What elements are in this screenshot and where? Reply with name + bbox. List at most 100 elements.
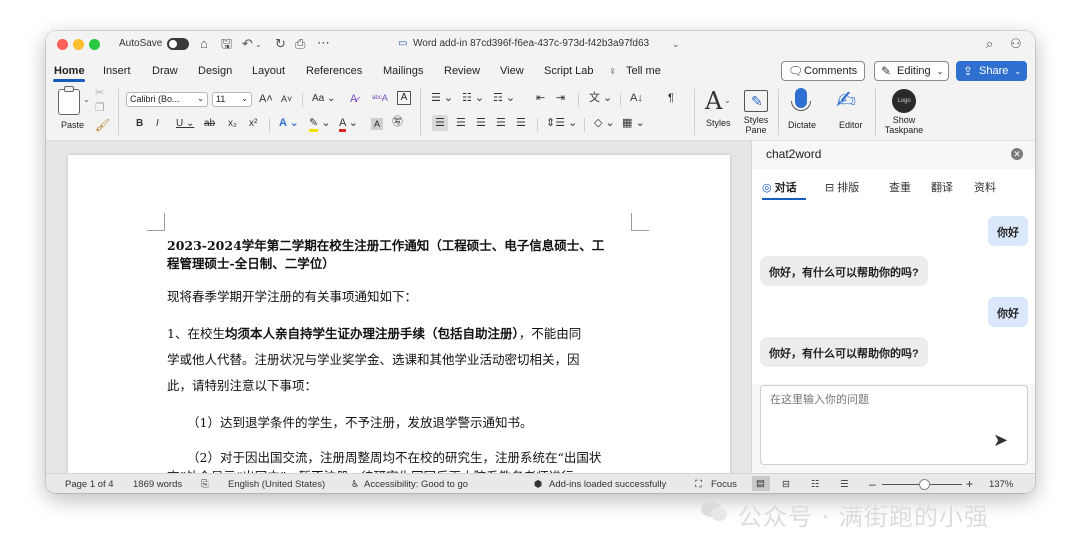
tab-duplicate-check[interactable]: 查重	[889, 179, 911, 195]
justify-icon[interactable]: ☰	[496, 117, 506, 129]
autosave-toggle[interactable]	[167, 38, 189, 50]
zoom-out-button[interactable]: –	[869, 477, 876, 491]
styles-pane-icon[interactable]: ✎	[744, 90, 768, 112]
comments-button[interactable]: 🗨 Comments	[781, 61, 865, 81]
document-page[interactable]: 2023-2024学年第二学期在校生注册工作通知（工程硕士、电子信息硕士、工 程…	[68, 155, 730, 485]
doc-item2[interactable]: （2）对于因出国交流，注册周整周均不在校的研究生，注册系统在“出国状	[187, 447, 601, 466]
chat-input-box[interactable]: ➤	[760, 385, 1028, 465]
chat-history[interactable]: 你好 你好，有什么可以帮助你的吗? 你好 你好，有什么可以帮助你的吗?	[752, 201, 1035, 384]
decrease-indent-icon[interactable]: ⇤	[536, 92, 545, 104]
increase-indent-icon[interactable]: ⇥	[556, 92, 565, 104]
styles-gallery-icon[interactable]: A	[705, 87, 722, 115]
more-icon[interactable]: ⋯	[317, 36, 330, 49]
editor-icon[interactable]: ✍	[836, 86, 856, 115]
character-shading-icon[interactable]: A	[371, 118, 383, 130]
tell-me-search[interactable]: Tell me	[626, 65, 661, 77]
copy-icon[interactable]: ❐	[95, 102, 105, 115]
clear-formatting-icon[interactable]: A̷	[350, 93, 357, 105]
redo-icon[interactable]: ↻	[275, 37, 286, 50]
home-icon[interactable]: ⌂	[200, 37, 208, 50]
print-layout-button[interactable]: ▤	[752, 476, 770, 491]
text-effects-icon[interactable]: A ⌄	[279, 117, 299, 129]
tab-layout[interactable]: ⊟ 排版	[825, 179, 859, 195]
send-icon[interactable]: ➤	[993, 430, 1008, 451]
page-count[interactable]: Page 1 of 4	[65, 479, 114, 490]
save-icon[interactable]: 🖫	[221, 37, 232, 50]
word-count[interactable]: 1869 words	[133, 479, 182, 490]
share-button[interactable]: ⇪ Share ⌄	[956, 61, 1027, 81]
minimize-window-button[interactable]	[73, 39, 84, 50]
title-dropdown-icon[interactable]: ⌄	[672, 38, 680, 51]
enclose-characters-icon[interactable]: ㊢	[392, 116, 403, 128]
doc-intro[interactable]: 现将春季学期开学注册的有关事项通知如下：	[167, 286, 417, 305]
doc-item1[interactable]: （1）达到退学条件的学生，不予注册，发放退学警示通知书。	[187, 412, 532, 431]
numbering-icon[interactable]: ☷ ⌄	[462, 92, 484, 104]
draft-view-icon[interactable]: ☰	[840, 479, 849, 490]
bullets-icon[interactable]: ☰ ⌄	[431, 92, 453, 104]
cut-icon[interactable]: ✂	[95, 87, 104, 100]
multilevel-list-icon[interactable]: ☶ ⌄	[493, 92, 515, 104]
italic-button[interactable]: I	[156, 118, 159, 130]
editing-button[interactable]: ✎ Editing ⌄	[874, 61, 949, 81]
tab-references[interactable]: References	[306, 65, 362, 77]
format-painter-icon[interactable]: 🖌	[95, 119, 110, 132]
show-formatting-icon[interactable]: ¶	[668, 92, 674, 104]
chat-input[interactable]	[770, 392, 1010, 408]
tab-mailings[interactable]: Mailings	[383, 65, 423, 77]
close-pane-button[interactable]: ✕	[1011, 148, 1023, 160]
zoom-level[interactable]: 137%	[989, 479, 1013, 490]
tab-translate[interactable]: 翻译	[931, 179, 953, 195]
maximize-window-button[interactable]	[89, 39, 100, 50]
highlight-icon[interactable]: ✎ ⌄	[309, 117, 331, 132]
subscript-button[interactable]: x₂	[228, 118, 237, 130]
doc-paragraph1-line1[interactable]: 1、在校生均须本人亲自持学生证办理注册手续（包括自助注册），不能由同	[167, 323, 581, 342]
align-center-icon[interactable]: ☰	[456, 117, 466, 129]
shrink-font-icon[interactable]: A˅	[281, 93, 292, 105]
tab-insert[interactable]: Insert	[103, 65, 131, 77]
grow-font-icon[interactable]: A˄	[259, 93, 273, 105]
undo-dropdown-icon[interactable]: ⌄	[255, 38, 262, 51]
paste-dropdown-icon[interactable]: ⌄	[83, 93, 90, 106]
tab-materials[interactable]: 资料	[974, 179, 996, 195]
focus-mode[interactable]: Focus	[711, 479, 737, 490]
tab-chat[interactable]: ◎ 对话	[762, 179, 797, 195]
zoom-slider-thumb[interactable]	[919, 479, 930, 490]
align-right-icon[interactable]: ☰	[476, 117, 486, 129]
search-icon[interactable]: ⌕	[986, 37, 993, 50]
superscript-button[interactable]: x²	[249, 118, 257, 130]
underline-button[interactable]: U ⌄	[176, 118, 194, 130]
language[interactable]: English (United States)	[228, 479, 325, 490]
distributed-icon[interactable]: ☰	[516, 117, 526, 129]
styles-dropdown-icon[interactable]: ⌄	[724, 94, 731, 107]
strikethrough-button[interactable]: ab	[204, 118, 215, 130]
tab-script-lab[interactable]: Script Lab	[544, 65, 594, 77]
doc-paragraph1-line3[interactable]: 此，请特别注意以下事项：	[167, 375, 317, 394]
tab-draw[interactable]: Draw	[152, 65, 178, 77]
bold-button[interactable]: B	[136, 118, 143, 130]
tab-home[interactable]: Home	[54, 65, 85, 77]
undo-icon[interactable]: ↶	[242, 37, 253, 50]
zoom-in-button[interactable]: +	[966, 477, 973, 491]
shading-icon[interactable]: ◇ ⌄	[594, 117, 615, 129]
doc-paragraph1-line2[interactable]: 学或他人代替。注册状况与学业奖学金、选课和其他学业活动密切相关，因	[167, 349, 580, 368]
tab-review[interactable]: Review	[444, 65, 480, 77]
asian-layout-icon[interactable]: 文 ⌄	[589, 92, 612, 104]
align-left-button[interactable]: ☰	[432, 115, 448, 131]
tab-design[interactable]: Design	[198, 65, 232, 77]
phonetic-guide-icon[interactable]: ᵃᵇᶜA	[372, 92, 388, 104]
line-spacing-icon[interactable]: ⇕☰ ⌄	[546, 117, 577, 129]
font-color-icon[interactable]: A ⌄	[339, 117, 358, 132]
borders-icon[interactable]: ▦ ⌄	[622, 117, 645, 129]
tab-layout[interactable]: Layout	[252, 65, 285, 77]
print-icon[interactable]: ⎙	[295, 37, 305, 50]
addins-status[interactable]: Add-ins loaded successfully	[549, 479, 666, 490]
outline-view-icon[interactable]: ☷	[811, 479, 820, 490]
character-border-icon[interactable]: A	[397, 91, 411, 105]
tab-view[interactable]: View	[500, 65, 524, 77]
doc-title-line1[interactable]: 2023-2024学年第二学期在校生注册工作通知（工程硕士、电子信息硕士、工	[167, 235, 604, 254]
web-layout-icon[interactable]: ⊟	[782, 479, 790, 490]
font-size-select[interactable]: 11 ⌄	[212, 92, 252, 107]
close-window-button[interactable]	[57, 39, 68, 50]
share-person-icon[interactable]: ⚇	[1010, 37, 1022, 50]
change-case-icon[interactable]: Aa ⌄	[312, 93, 335, 105]
